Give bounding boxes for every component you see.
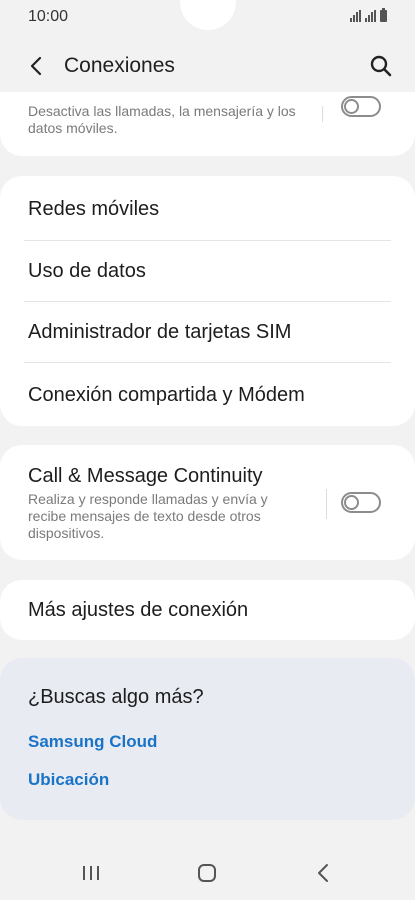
menu-item-tethering[interactable]: Conexión compartida y Módem xyxy=(0,362,415,426)
suggestions-card: ¿Buscas algo más? Samsung Cloud Ubicació… xyxy=(0,658,415,820)
app-bar: Conexiones xyxy=(0,40,415,92)
home-button[interactable] xyxy=(192,860,222,886)
recents-button[interactable] xyxy=(76,860,106,886)
continuity-card[interactable]: Call & Message Continuity Realiza y resp… xyxy=(0,445,415,560)
airplane-mode-card[interactable]: Desactiva las llamadas, la mensajería y … xyxy=(0,92,415,156)
signal-icon xyxy=(365,10,376,22)
home-icon xyxy=(198,864,216,882)
menu-item-label: Redes móviles xyxy=(28,198,160,220)
signal-icon xyxy=(350,10,361,22)
separator xyxy=(322,106,323,122)
toggle-knob xyxy=(344,99,359,114)
back-icon xyxy=(318,864,328,882)
more-connection-settings-label: Más ajustes de conexión xyxy=(28,599,249,621)
more-connection-settings-card[interactable]: Más ajustes de conexión xyxy=(0,580,415,640)
search-icon xyxy=(370,55,392,77)
suggestions-title: ¿Buscas algo más? xyxy=(28,686,204,708)
menu-item-label: Administrador de tarjetas SIM xyxy=(28,321,292,343)
toggle-knob xyxy=(344,495,359,510)
airplane-mode-description: Desactiva las llamadas, la mensajería y … xyxy=(28,103,296,136)
samsung-cloud-link[interactable]: Samsung Cloud xyxy=(28,732,157,752)
status-time: 10:00 xyxy=(28,8,69,25)
camera-notch xyxy=(180,0,236,30)
back-button[interactable] xyxy=(22,52,50,80)
menu-item-redes-moviles[interactable]: Redes móviles xyxy=(0,176,415,240)
chevron-left-icon xyxy=(30,56,42,76)
battery-icon xyxy=(380,8,387,22)
menu-item-sim-manager[interactable]: Administrador de tarjetas SIM xyxy=(0,301,415,362)
nav-back-button[interactable] xyxy=(308,860,338,886)
network-settings-card: Redes móviles Uso de datos Administrador… xyxy=(0,176,415,426)
menu-item-label: Conexión compartida y Módem xyxy=(28,384,305,406)
search-button[interactable] xyxy=(367,52,395,80)
navigation-bar xyxy=(0,846,415,900)
menu-item-label: Uso de datos xyxy=(28,260,146,282)
status-bar: 10:00 xyxy=(0,0,415,34)
separator xyxy=(326,489,327,519)
status-icons xyxy=(350,8,387,22)
continuity-description: Realiza y responde llamadas y envía y re… xyxy=(28,491,268,541)
menu-item-uso-de-datos[interactable]: Uso de datos xyxy=(0,240,415,302)
continuity-title: Call & Message Continuity xyxy=(28,465,263,487)
continuity-toggle[interactable] xyxy=(341,492,381,513)
airplane-mode-toggle[interactable] xyxy=(341,96,381,117)
recents-icon xyxy=(83,866,99,880)
location-link[interactable]: Ubicación xyxy=(28,770,109,790)
page-title: Conexiones xyxy=(64,54,175,77)
